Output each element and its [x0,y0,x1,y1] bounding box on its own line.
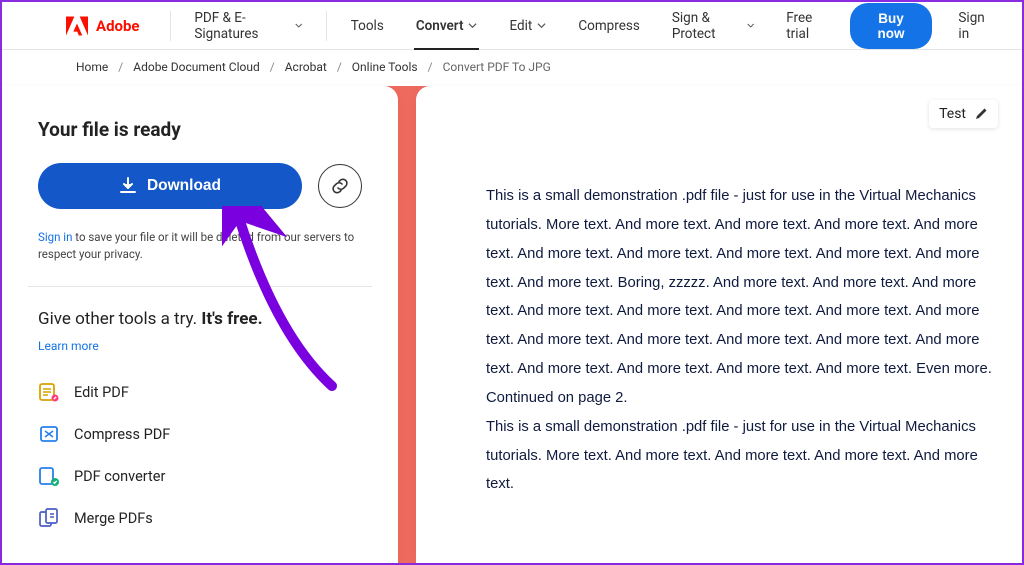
brand-logo[interactable]: Adobe [66,16,140,36]
share-link-button[interactable] [318,164,362,208]
result-panel: Your file is ready Download Sign in to s… [2,86,398,563]
brand-name: Adobe [96,17,140,35]
crumb-home[interactable]: Home [76,60,108,74]
privacy-note: Sign in to save your file or it will be … [38,229,362,262]
tool-compress-pdf[interactable]: Compress PDF [38,423,362,445]
merge-pdfs-icon [38,507,60,529]
buy-now-button[interactable]: Buy now [850,3,933,49]
nav-compress[interactable]: Compress [566,2,651,50]
signin-link[interactable]: Sign in [38,230,72,244]
top-nav: Adobe PDF & E-Signatures Tools Convert E… [2,2,1022,50]
tool-list: Edit PDF Compress PDF PDF converter Merg… [38,381,362,529]
compress-pdf-icon [38,423,60,445]
nav-sign-protect[interactable]: Sign & Protect [660,2,766,50]
chevron-down-icon [537,21,546,30]
link-icon [331,177,349,195]
chevron-down-icon [747,21,754,30]
tool-merge-pdfs[interactable]: Merge PDFs [38,507,362,529]
tool-edit-pdf[interactable]: Edit PDF [38,381,362,403]
document-preview: This is a small demonstration .pdf file … [486,182,994,499]
chevron-down-icon [468,21,477,30]
file-name-badge[interactable]: Test [929,100,998,128]
chevron-down-icon [295,21,302,30]
crumb-online-tools[interactable]: Online Tools [352,60,418,74]
divider [28,286,372,287]
pencil-icon [974,107,988,121]
nav-pdf-esign[interactable]: PDF & E-Signatures [182,2,314,50]
nav-free-trial[interactable]: Free trial [774,2,841,50]
crumb-doc-cloud[interactable]: Adobe Document Cloud [133,60,260,74]
download-button[interactable]: Download [38,163,302,209]
signin-top-link[interactable]: Sign in [948,10,1002,42]
nav-edit[interactable]: Edit [497,2,558,50]
page-title: Your file is ready [38,118,362,141]
nav-divider [326,11,327,41]
stage-backdrop: Your file is ready Download Sign in to s… [2,86,1022,563]
pdf-converter-icon [38,465,60,487]
tool-pdf-converter[interactable]: PDF converter [38,465,362,487]
promo-text: Give other tools a try. It's free. [38,309,362,329]
edit-pdf-icon [38,381,60,403]
nav-convert[interactable]: Convert [404,2,490,50]
crumb-current: Convert PDF To JPG [443,60,551,74]
crumb-acrobat[interactable]: Acrobat [285,60,327,74]
adobe-logo-icon [66,16,88,36]
download-icon [119,177,137,195]
preview-panel: Test This is a small demonstration .pdf … [416,86,1022,563]
learn-more-link[interactable]: Learn more [38,339,99,353]
nav-tools[interactable]: Tools [339,2,396,50]
breadcrumb: Home/ Adobe Document Cloud/ Acrobat/ Onl… [2,50,1022,84]
nav-divider [170,11,171,41]
